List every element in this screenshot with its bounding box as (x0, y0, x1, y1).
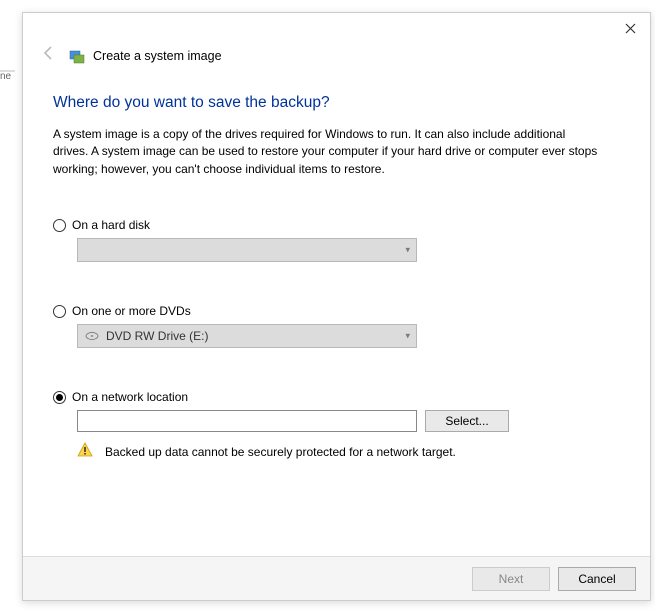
option-network: On a network location Select... Backed u… (53, 390, 620, 461)
system-image-icon (69, 48, 85, 64)
back-arrow-icon[interactable] (37, 45, 61, 66)
cancel-button[interactable]: Cancel (558, 567, 636, 591)
wizard-footer: Next Cancel (23, 556, 650, 600)
wizard-content: Where do you want to save the backup? A … (23, 72, 650, 471)
radio-icon (53, 219, 66, 232)
page-heading: Where do you want to save the backup? (53, 94, 620, 112)
dvd-drive-icon (84, 330, 100, 342)
select-network-button[interactable]: Select... (425, 410, 509, 432)
network-path-input[interactable] (77, 410, 417, 432)
network-warning: Backed up data cannot be securely protec… (77, 442, 620, 461)
wizard-window: Create a system image Where do you want … (22, 12, 651, 601)
hard-disk-combo[interactable]: ▾ (77, 238, 417, 262)
network-warning-text: Backed up data cannot be securely protec… (105, 445, 456, 459)
option-dvds: On one or more DVDs DVD RW Drive (E:) ▾ (53, 304, 620, 348)
dvd-drive-combo[interactable]: DVD RW Drive (E:) ▾ (77, 324, 417, 348)
radio-hard-disk[interactable]: On a hard disk (53, 218, 620, 232)
page-description: A system image is a copy of the drives r… (53, 126, 603, 178)
radio-dvds-label: On one or more DVDs (72, 304, 191, 318)
titlebar (23, 13, 650, 43)
option-hard-disk: On a hard disk ▾ (53, 218, 620, 262)
radio-dvds[interactable]: On one or more DVDs (53, 304, 620, 318)
warning-icon (77, 442, 93, 461)
dvd-drive-combo-value: DVD RW Drive (E:) (106, 329, 208, 343)
radio-hard-disk-label: On a hard disk (72, 218, 150, 232)
wizard-title: Create a system image (93, 49, 222, 63)
radio-network[interactable]: On a network location (53, 390, 620, 404)
next-button[interactable]: Next (472, 567, 550, 591)
radio-icon (53, 305, 66, 318)
close-button[interactable] (610, 14, 650, 42)
close-icon (625, 23, 636, 34)
radio-network-label: On a network location (72, 390, 188, 404)
radio-icon-selected (53, 391, 66, 404)
background-fragment: ne (0, 70, 15, 72)
chevron-down-icon: ▾ (405, 331, 410, 342)
wizard-header: Create a system image (23, 43, 650, 72)
chevron-down-icon: ▾ (405, 245, 410, 256)
